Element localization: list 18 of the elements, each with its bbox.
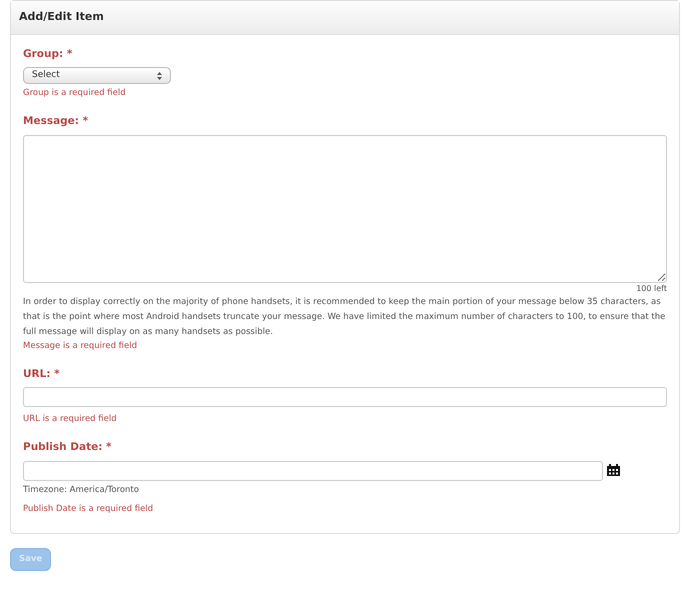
- field-label: Publish Date: *: [23, 440, 112, 455]
- message-field[interactable]: [23, 134, 667, 283]
- url-field[interactable]: [23, 387, 667, 408]
- error-message: Message is a required field: [23, 340, 138, 352]
- error-message: URL is a required field: [23, 413, 118, 426]
- panel-title: Add/Edit Item: [11, 1, 679, 34]
- calendar-icon[interactable]: [607, 464, 620, 476]
- error-message: Publish Date is a required field: [23, 502, 154, 516]
- group-select[interactable]: Select: [23, 67, 171, 84]
- field-label: Group: *: [23, 46, 72, 62]
- date-field[interactable]: [23, 460, 603, 481]
- timezone-note: Timezone: America/Toronto: [23, 484, 140, 496]
- field-label: Message: *: [23, 114, 88, 129]
- character-counter: 100 left: [635, 282, 667, 295]
- updown-icon: [157, 72, 162, 80]
- field-label: URL: *: [23, 366, 60, 382]
- error-message: Group is a required field: [23, 87, 127, 100]
- help-text: In order to display correctly on the majority of phone handsets, it is recommended to keep the main portion of your message below 35 characters, as that is the point where most Android handsets truncate your message. We have limited the maximum number of characters to 100, to ensure that the full message will display on as many handsets as possible.: [23, 296, 666, 339]
